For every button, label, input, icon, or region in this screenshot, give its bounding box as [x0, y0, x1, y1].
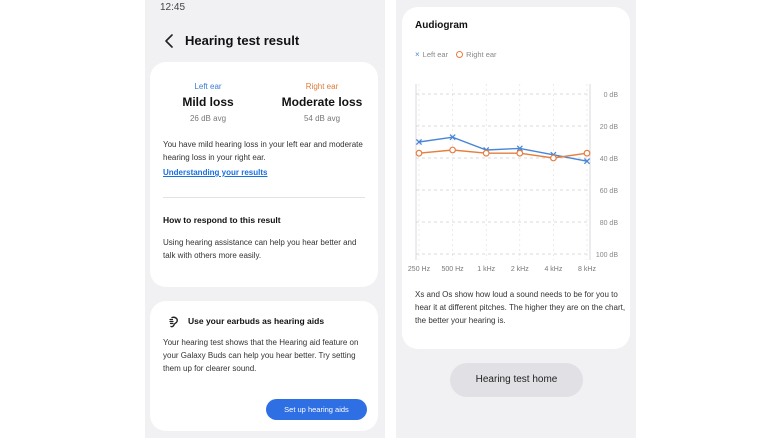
right-ear-label: Right ear [305, 82, 339, 91]
series-line-left-ear [418, 136, 588, 162]
left-ear-label: Left ear [194, 82, 222, 91]
o-marker-icon [456, 51, 464, 58]
audiogram-card: 0 dB 20 dB 40 dB 60 dB 80 dB 100 dB 250 Hz 500 … [402, 7, 630, 349]
legend-left-ear-label: Left ear [422, 50, 449, 59]
o-marker [516, 149, 524, 157]
y-tick-label: 80 dB [600, 220, 619, 227]
o-marker [482, 149, 490, 157]
result-summary: You have mild hearing loss in your left … [163, 140, 363, 162]
left-ear-result: Left ear Mild loss 26 dB avg [153, 82, 263, 123]
hearing-test-home-button[interactable]: Hearing test home [450, 363, 583, 397]
x-tick-label: 500 Hz [442, 266, 465, 273]
audiogram-title: Audiogram [415, 20, 468, 31]
y-tick-label: 100 dB [596, 252, 619, 259]
hearing-aids-card: Use your earbuds as hearing aids Your he… [150, 301, 378, 431]
hearing-aids-text: Your hearing test shows that the Hearing… [163, 338, 359, 373]
audiogram-screen: 0 dB 20 dB 40 dB 60 dB 80 dB 100 dB 250 Hz 500 … [396, 0, 636, 438]
legend-right-ear: Right ear [456, 50, 497, 59]
x-tick-label: 2 kHz [511, 266, 529, 273]
audiogram-explanation: Xs and Os show how loud a sound needs to… [415, 290, 626, 325]
y-tick-label: 40 dB [600, 156, 619, 163]
app-header: Hearing test result [145, 30, 385, 54]
o-marker [549, 154, 557, 162]
x-tick-label: 4 kHz [544, 266, 562, 273]
right-ear-avg: 54 dB avg [303, 114, 341, 123]
audiogram-chart: 0 dB 20 dB 40 dB 60 dB 80 dB 100 dB 250 Hz 500 … [408, 84, 619, 273]
setup-hearing-aids-button[interactable]: Set up hearing aids [266, 399, 367, 420]
results-card: Left ear Mild loss 26 dB avg Right ear M… [150, 62, 378, 287]
chart-legend: × Left ear Right ear [415, 50, 505, 59]
respond-heading: How to respond to this result [163, 215, 281, 225]
o-marker [449, 146, 456, 154]
x-tick-label: 250 Hz [408, 266, 431, 273]
understanding-results-link[interactable]: Understanding your results [163, 168, 267, 177]
x-marker-icon: × [415, 50, 420, 59]
status-time: 12:45 [160, 2, 186, 13]
hearing-aids-title: Use your earbuds as hearing aids [188, 316, 325, 326]
x-tick-label: 8 kHz [578, 266, 596, 273]
page-title: Hearing test result [185, 33, 300, 48]
left-ear-level: Mild loss [182, 95, 234, 109]
hearing-result-screen: 12:45 Hearing test result Left ear Mild … [145, 0, 385, 438]
y-tick-label: 60 dB [600, 188, 619, 195]
o-marker [415, 149, 423, 157]
x-tick-label: 1 kHz [477, 266, 495, 273]
o-marker [583, 149, 591, 157]
right-ear-result: Right ear Moderate loss 54 dB avg [267, 82, 377, 123]
left-ear-avg: 26 dB avg [189, 114, 227, 123]
legend-left-ear: × Left ear [415, 50, 448, 59]
respond-text: Using hearing assistance can help you he… [163, 238, 357, 260]
series-line-right-ear [418, 149, 588, 159]
y-tick-label: 0 dB [604, 92, 619, 99]
earbud-icon [169, 316, 178, 328]
divider [163, 197, 365, 198]
y-tick-label: 20 dB [600, 124, 619, 131]
right-ear-level: Moderate loss [281, 95, 363, 109]
legend-right-ear-label: Right ear [466, 50, 497, 59]
back-arrow-icon[interactable] [161, 32, 179, 50]
